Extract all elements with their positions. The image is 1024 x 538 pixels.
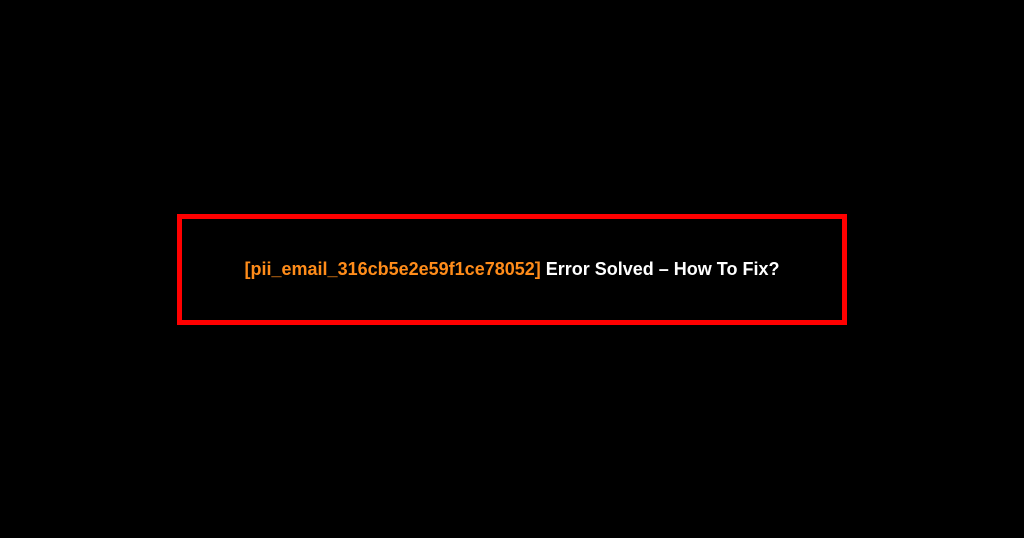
error-message-box: [pii_email_316cb5e2e59f1ce78052] Error S… [177,214,847,325]
error-code: [pii_email_316cb5e2e59f1ce78052] [245,259,541,279]
error-message-text: [pii_email_316cb5e2e59f1ce78052] Error S… [245,259,780,280]
error-suffix: Error Solved – How To Fix? [541,259,780,279]
